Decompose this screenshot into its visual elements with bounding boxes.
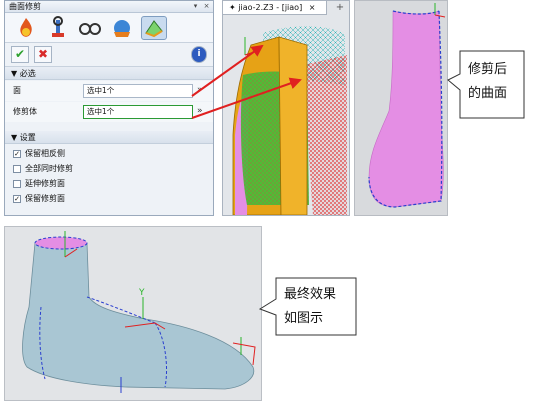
callout-final-line2: 如图示 xyxy=(284,311,324,326)
ankle-opening xyxy=(34,236,88,250)
arrow-to-face xyxy=(191,44,264,97)
callout-trimmed-line1: 修剪后 xyxy=(468,62,508,77)
y-axis-label-icon: Y xyxy=(138,288,145,298)
arrow-to-trim-body xyxy=(191,77,302,119)
foot-surface xyxy=(22,238,255,390)
foot-canvas: Y xyxy=(22,231,256,393)
trimmed-surface-image xyxy=(354,0,448,216)
callout-trimmed-line2: 的曲面 xyxy=(468,86,508,101)
trimmed-surface xyxy=(368,10,444,208)
final-foot-image: Y xyxy=(4,226,262,401)
callout-final-line1: 最终效果 xyxy=(284,287,337,302)
trimmed-surface-canvas xyxy=(368,3,446,208)
